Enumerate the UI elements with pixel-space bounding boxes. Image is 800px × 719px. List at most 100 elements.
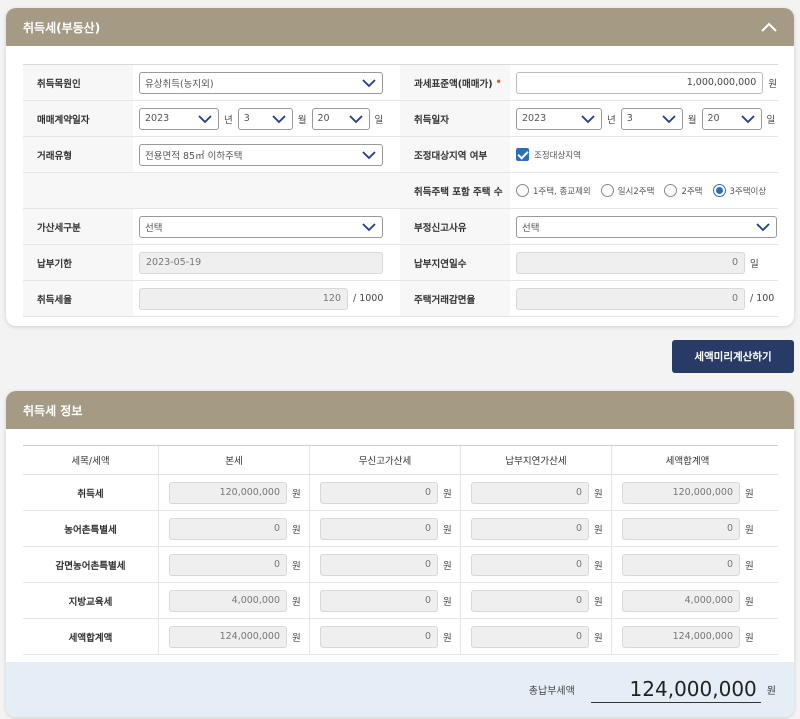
value-cell: 124,000,000 원 xyxy=(159,619,310,654)
value-cell: 0원 xyxy=(159,511,310,546)
acquisition-year-select[interactable]: 2023 xyxy=(516,107,602,130)
column-header: 무신고가산세 xyxy=(310,446,461,474)
radio-button[interactable] xyxy=(664,184,678,197)
acquisition-day-select[interactable]: 20 xyxy=(701,107,762,130)
tax-base-input[interactable]: 1,000,000,000 xyxy=(516,71,764,94)
house-count-radio-group: 1주택, 종교제외 일시2주택 2주택 3주택이상 xyxy=(510,173,777,208)
amount-field: 120,000,000 xyxy=(622,481,740,504)
value-cell: 0원 xyxy=(310,511,461,546)
value-cell: 4,000,000 원 xyxy=(612,583,763,618)
total-tax-bar: 총납부세액 124,000,000 원 xyxy=(6,662,794,717)
contract-year-select[interactable]: 2023 xyxy=(139,107,219,130)
amount-field: 0 xyxy=(320,625,438,648)
amount-field: 0 xyxy=(471,625,589,648)
unit-label: 원 xyxy=(594,524,603,536)
panel-title: 취득세 정보 xyxy=(23,403,83,418)
value-cell: 0원 xyxy=(612,511,763,546)
unit-label: 원 xyxy=(443,524,452,536)
form-row: 거래유형 전용면적 85㎡ 이하주택 조정대상지역 여부 조정대상지역 xyxy=(23,137,778,173)
value-cell: 0원 xyxy=(612,547,763,582)
adjustment-area-checkbox[interactable] xyxy=(516,148,529,161)
field-label: 거래유형 xyxy=(23,137,133,172)
value-cell: 120,000,000 원 xyxy=(612,475,763,510)
chevron-up-icon[interactable] xyxy=(760,19,778,35)
value-cell: 0원 xyxy=(461,511,612,546)
chevron-down-icon xyxy=(348,114,363,123)
tax-rate-input: 120 xyxy=(139,287,348,310)
amount-field: 0 xyxy=(169,553,287,576)
acquisition-month-select[interactable]: 3 xyxy=(620,107,683,130)
radio-option[interactable]: 일시2주택 xyxy=(600,184,654,197)
row-label: 감면농어촌특별세 xyxy=(23,547,159,582)
table-row: 감면농어촌특별세 0 원 0 원 0 원 0 원 xyxy=(23,547,778,583)
field-label: 취득세율 xyxy=(23,281,133,316)
improper-report-select[interactable]: 선택 xyxy=(516,215,777,238)
due-date-input: 2023-05-19 xyxy=(139,251,383,274)
unit-label: 원 xyxy=(292,488,301,500)
unit-label: 원 xyxy=(745,524,754,536)
form-row: 취득세율 120 / 1000 주택거래감면율 0 / 100 xyxy=(23,281,778,317)
amount-field: 120,000,000 xyxy=(169,481,287,504)
panel-header: 취득세 정보 xyxy=(6,391,794,429)
amount-field: 0 xyxy=(320,481,438,504)
table-header-row: 세목/세액 본세 무신고가산세 납부지연가산세 세액합계액 xyxy=(23,446,778,475)
total-label: 총납부세액 xyxy=(528,686,575,697)
value-cell: 0원 xyxy=(310,619,461,654)
deal-type-select[interactable]: 전용면적 85㎡ 이하주택 xyxy=(139,143,383,166)
acquisition-cause-select[interactable]: 유상취득(농지외) xyxy=(139,71,383,94)
radio-option-selected[interactable]: 3주택이상 xyxy=(712,184,766,197)
column-header: 세목/세액 xyxy=(23,446,159,474)
chevron-down-icon xyxy=(272,114,286,123)
contract-month-select[interactable]: 3 xyxy=(237,107,293,130)
value-cell: 124,000,000 원 xyxy=(612,619,763,654)
form-row: 취득목원인 유상취득(농지외) 과세표준액(매매가) • 1,000,000,00… xyxy=(23,65,778,101)
amount-field: 0 xyxy=(471,481,589,504)
field-label: 가산세구분 xyxy=(23,209,133,244)
penalty-type-select[interactable]: 선택 xyxy=(139,215,383,238)
table-row: 농어촌특별세 0 원 0 원 0 원 0 원 xyxy=(23,511,778,547)
amount-field: 0 xyxy=(622,517,740,540)
value-cell: 0원 xyxy=(461,619,612,654)
radio-option[interactable]: 1주택, 종교제외 xyxy=(516,184,591,197)
form-table: 취득목원인 유상취득(농지외) 과세표준액(매매가) • 1,000,000,00… xyxy=(23,64,778,317)
unit-label: 원 xyxy=(745,632,754,644)
field-label: 취득일자 xyxy=(400,101,510,136)
total-unit: 원 xyxy=(766,686,776,697)
radio-option[interactable]: 2주택 xyxy=(664,184,703,197)
unit-label: 원 xyxy=(745,488,754,500)
panel-title: 취득세(부동산) xyxy=(23,20,101,35)
unit-label: 원 xyxy=(443,488,452,500)
calculate-tax-button[interactable]: 세액미리계산하기 xyxy=(672,340,794,373)
chevron-down-icon xyxy=(662,114,676,123)
amount-field: 124,000,000 xyxy=(169,625,287,648)
tax-result-table: 세목/세액 본세 무신고가산세 납부지연가산세 세액합계액 취득세 120,000… xyxy=(23,445,778,655)
form-row: 매매계약일자 2023 년 3 월 20 일 취득일자 2023 년 3 월 2… xyxy=(23,101,778,137)
chevron-down-icon xyxy=(362,150,376,159)
field-label: 주택거래감면율 xyxy=(400,281,510,316)
row-label: 지방교육세 xyxy=(23,583,159,618)
row-label: 세액합계액 xyxy=(23,619,159,654)
radio-button[interactable] xyxy=(600,184,614,197)
field-label: 납부기한 xyxy=(23,245,133,280)
value-cell: 0원 xyxy=(461,547,612,582)
value-cell: 0원 xyxy=(310,583,461,618)
panel-header: 취득세(부동산) xyxy=(6,8,794,46)
unit-label: 원 xyxy=(292,596,301,608)
value-cell: 0원 xyxy=(310,475,461,510)
radio-button[interactable] xyxy=(712,184,726,197)
unit-label: 원 xyxy=(594,596,603,608)
field-label: 과세표준액(매매가) • xyxy=(400,65,510,100)
unit-label: 원 xyxy=(594,488,603,500)
amount-field: 0 xyxy=(320,517,438,540)
unit-label: 원 xyxy=(292,632,301,644)
field-label: 납부지연일수 xyxy=(400,245,510,280)
total-value: 124,000,000 xyxy=(590,676,761,703)
contract-day-select[interactable]: 20 xyxy=(311,107,370,130)
value-cell: 4,000,000 원 xyxy=(159,583,310,618)
radio-button[interactable] xyxy=(516,184,529,197)
field-label: 취득주택 포함 주택 수 xyxy=(400,173,510,208)
form-row: 가산세구분 선택 부정신고사유 선택 xyxy=(23,209,778,245)
column-header: 납부지연가산세 xyxy=(461,446,612,474)
unit-label: 원 xyxy=(443,560,452,572)
amount-field: 0 xyxy=(169,517,287,540)
